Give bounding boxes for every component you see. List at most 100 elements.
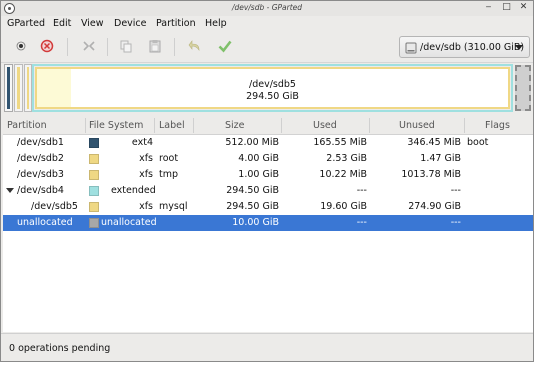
filesystem-type: xfs [139,153,153,164]
filesystem-type: extended [111,185,156,196]
resize-move-button[interactable] [81,38,97,54]
drive-icon [405,42,417,54]
undo-icon [188,40,200,51]
undo-button[interactable] [187,38,203,54]
partition-label: mysql [159,201,188,212]
filesystem-type: unallocated [101,217,157,228]
close-icon[interactable]: ✕ [518,2,529,13]
partition-used: --- [356,185,367,196]
toolbar: /dev/sdb (310.00 GiB) [1,32,533,63]
partition-unused: 346.45 MiB [407,137,461,148]
column-used[interactable]: Used [313,120,337,131]
partition-flags: boot [467,137,489,148]
column-size[interactable]: Size [225,120,245,131]
partition-used: 165.55 MiB [313,137,367,148]
partition-name: /dev/sdb1 [17,137,64,148]
apply-button[interactable] [217,38,233,54]
menu-device[interactable]: Device [114,18,147,29]
menu-bar: GParted Edit View Device Partition Help [1,16,533,32]
partition-label: root [159,153,179,164]
chevron-down-icon [515,45,523,50]
column-label[interactable]: Label [159,120,185,131]
checkmark-icon [218,40,232,53]
partition-unused: 1.47 GiB [420,153,461,164]
new-partition-button[interactable] [13,38,29,54]
partition-label: tmp [159,169,179,180]
map-partition-name: /dev/sdb5 [249,79,296,90]
map-segment-sdb3[interactable] [24,64,32,112]
map-segment-sdb2[interactable] [14,64,23,112]
partition-unused: 1013.78 MiB [401,169,461,180]
partition-name: /dev/sdb2 [17,153,64,164]
filesystem-color-swatch [89,138,99,148]
menu-help[interactable]: Help [205,18,227,29]
map-segment-sdb1[interactable] [4,64,13,112]
column-partition[interactable]: Partition [7,120,47,131]
table-row-selected[interactable]: unallocated unallocated 10.00 GiB --- --… [3,215,533,231]
partition-table: Partition File System Label Size Used Un… [3,117,533,332]
device-selector[interactable]: /dev/sdb (310.00 GiB) [399,36,530,58]
map-partition-size: 294.50 GiB [246,91,299,102]
maximize-icon[interactable]: □ [501,2,512,13]
partition-size: 512.00 MiB [225,137,279,148]
column-divider [369,118,370,133]
partition-size: 10.00 GiB [232,217,279,228]
partition-used: 10.22 MiB [319,169,367,180]
operations-pending-status: 0 operations pending [9,343,111,354]
gparted-window: /dev/sdb - GParted ‒ □ ✕ GParted Edit Vi… [0,0,534,362]
filesystem-color-swatch [89,170,99,180]
partition-name: unallocated [17,217,73,228]
filesystem-type: xfs [139,201,153,212]
menu-gparted[interactable]: GParted [7,18,45,29]
table-header: Partition File System Label Size Used Un… [3,117,533,135]
column-file-system[interactable]: File System [89,120,143,131]
delete-partition-button[interactable] [39,38,55,54]
partition-used: --- [356,217,367,228]
partition-unused: 274.90 GiB [408,201,461,212]
filesystem-color-swatch [89,186,99,196]
collapse-arrow-icon[interactable] [6,188,14,193]
map-segment-sdb5[interactable]: /dev/sdb5 294.50 GiB [35,67,510,109]
partition-size: 4.00 GiB [238,153,279,164]
filesystem-color-swatch [89,202,99,212]
table-row[interactable]: /dev/sdb3 xfs tmp 1.00 GiB 10.22 MiB 101… [3,167,533,183]
table-row[interactable]: /dev/sdb5 xfs mysql 294.50 GiB 19.60 GiB… [3,199,533,215]
partition-name: /dev/sdb3 [17,169,64,180]
partition-size: 294.50 GiB [226,185,279,196]
toolbar-separator [107,38,108,56]
column-divider [85,118,86,133]
toolbar-separator [67,38,68,56]
column-divider [281,118,282,133]
toolbar-separator [174,38,175,56]
paste-icon [149,40,161,53]
copy-icon [120,40,132,53]
filesystem-type: xfs [139,169,153,180]
new-icon [16,41,26,51]
column-divider [193,118,194,133]
copy-button[interactable] [118,38,134,54]
map-segment-unallocated[interactable] [515,65,531,111]
device-selector-label: /dev/sdb (310.00 GiB) [420,42,525,53]
partition-unused: --- [450,185,461,196]
partition-name: /dev/sdb5 [31,201,78,212]
partition-unused: --- [450,217,461,228]
filesystem-color-swatch [89,154,99,164]
partition-size: 294.50 GiB [226,201,279,212]
filesystem-type: ext4 [131,137,153,148]
filesystem-color-swatch [89,218,99,228]
table-row[interactable]: /dev/sdb4 extended 294.50 GiB --- --- [3,183,533,199]
window-title: /dev/sdb - GParted [231,3,303,12]
menu-view[interactable]: View [81,18,104,29]
table-row[interactable]: /dev/sdb2 xfs root 4.00 GiB 2.53 GiB 1.4… [3,151,533,167]
partition-size: 1.00 GiB [238,169,279,180]
menu-partition[interactable]: Partition [156,18,196,29]
column-flags[interactable]: Flags [485,120,510,131]
paste-button[interactable] [147,38,163,54]
partition-name: /dev/sdb4 [17,185,64,196]
menu-edit[interactable]: Edit [53,18,71,29]
column-unused[interactable]: Unused [399,120,435,131]
minimize-icon[interactable]: ‒ [483,2,494,13]
delete-icon [40,39,54,53]
title-bar: /dev/sdb - GParted ‒ □ ✕ [1,1,533,17]
table-row[interactable]: /dev/sdb1 ext4 512.00 MiB 165.55 MiB 346… [3,135,533,151]
